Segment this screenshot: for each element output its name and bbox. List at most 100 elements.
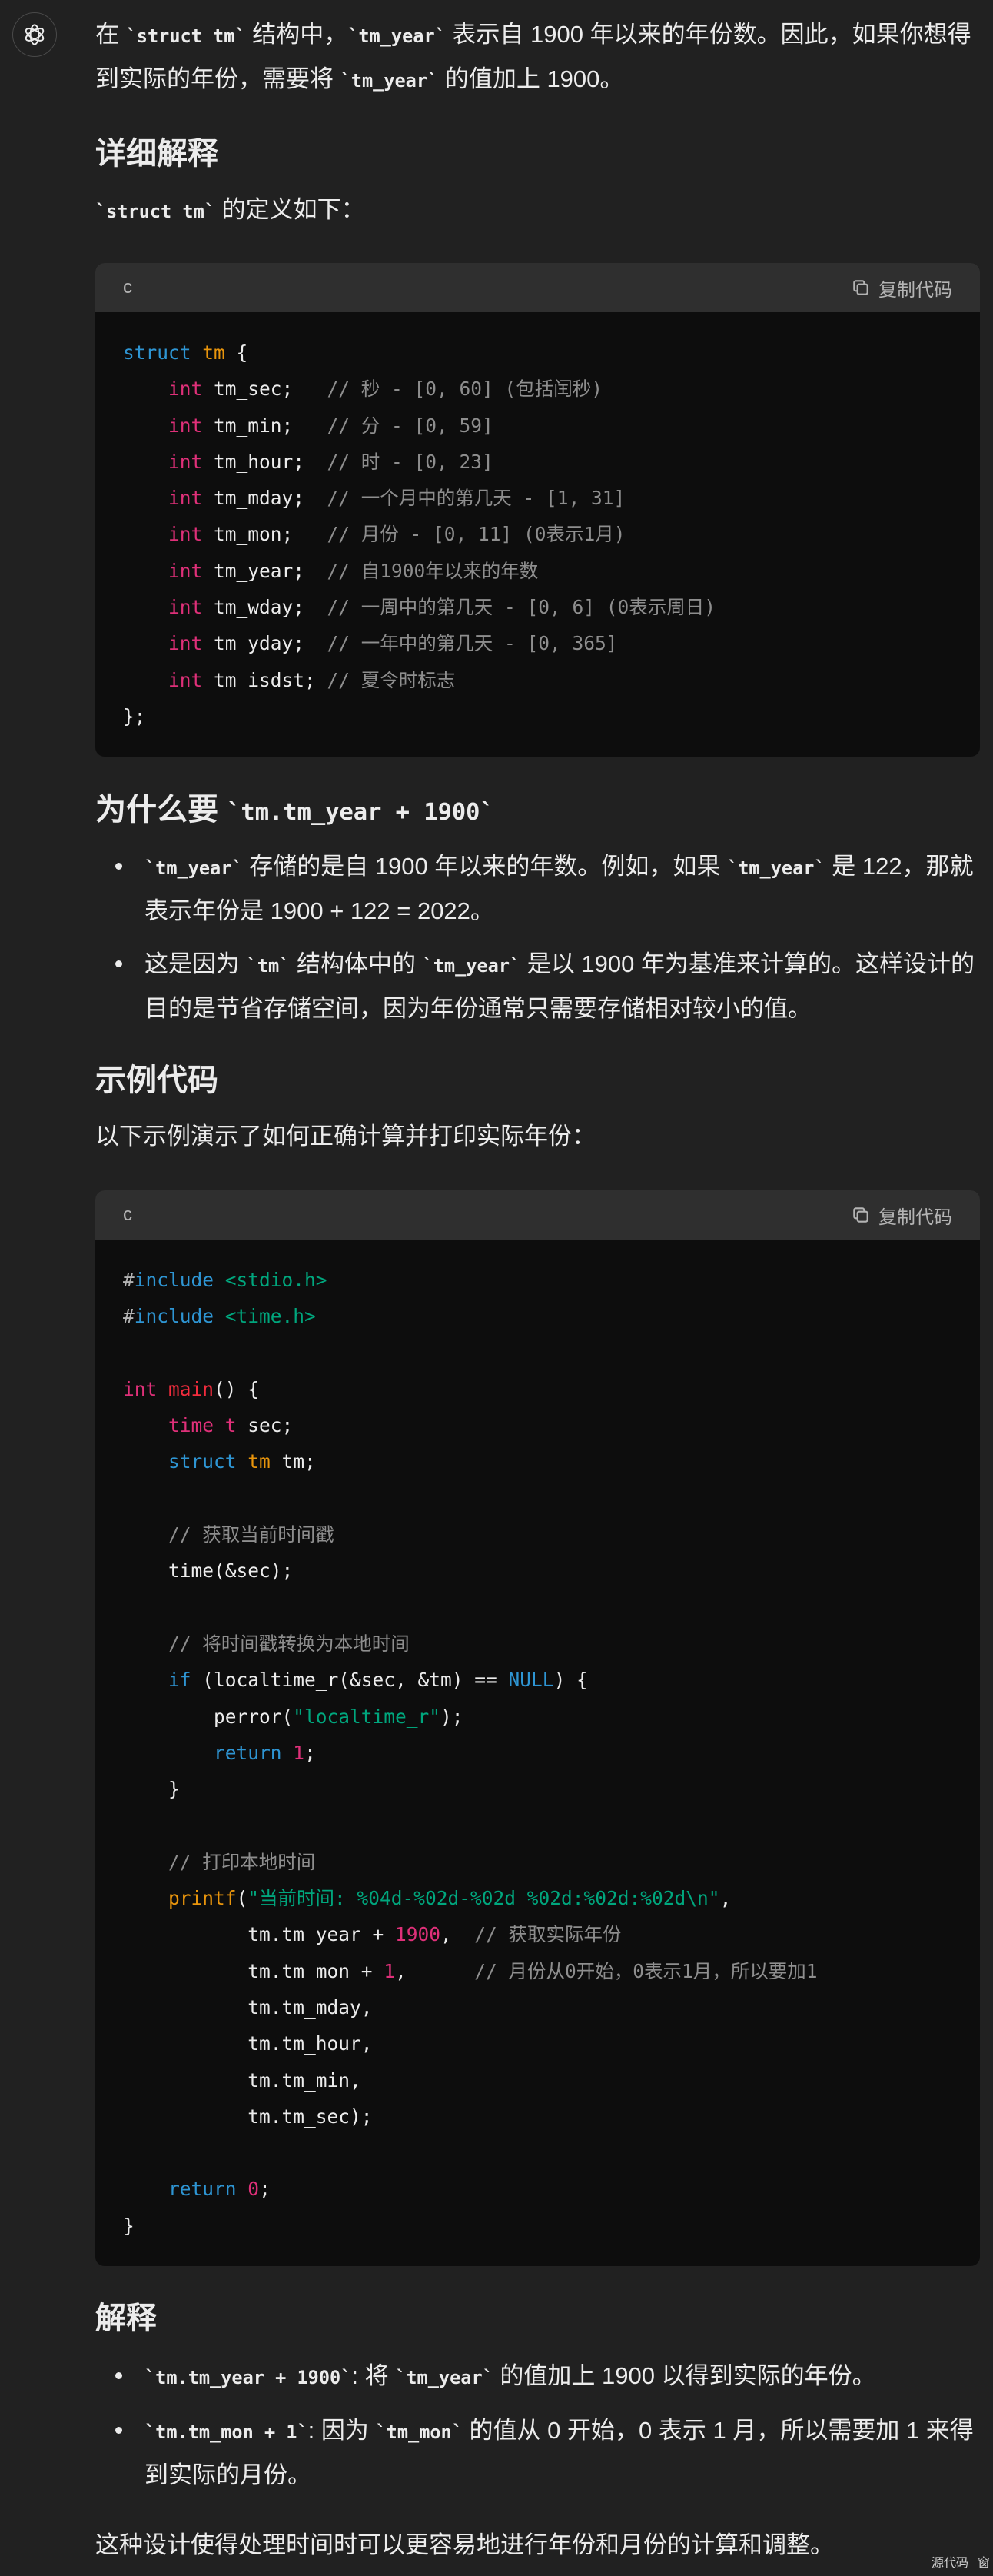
code-token-keyword: return [214, 1741, 282, 1764]
code-token-comment: // 打印本地时间 [168, 1850, 316, 1873]
code-token-keyword: struct [168, 1450, 237, 1473]
example-code-block: c 复制代码 #include <stdio.h> #include <time.… [95, 1190, 980, 2267]
window-button[interactable]: 窗 [978, 2552, 990, 2571]
bullet-dot [115, 2427, 122, 2434]
assistant-avatar [12, 12, 57, 57]
code-token-plain: () { [214, 1377, 260, 1400]
code-token-type: int [168, 378, 203, 401]
code-token-keyword: include [134, 1305, 214, 1328]
list-item-text: `tm.tm_year + 1900`: 将 `tm_year` 的值加上 19… [144, 2362, 876, 2389]
code-line: } [123, 2208, 952, 2244]
inline-code: `tm_year` [422, 955, 521, 977]
code-token-builtin: printf [168, 1887, 237, 1910]
code-line: int tm_sec; // 秒 - [0, 60] (包括闰秒) [123, 371, 952, 407]
code-token-comment: // 秒 - [0, 60] (包括闰秒) [327, 378, 603, 401]
code-line: printf("当前时间: %04d-%02d-%02d %02d:%02d:%… [123, 1880, 952, 1916]
code-line: int tm_isdst; // 夏令时标志 [123, 662, 952, 698]
code-line: int tm_hour; // 时 - [0, 23] [123, 444, 952, 480]
explain-heading: 解释 [95, 2301, 157, 2335]
code-token-type: int [168, 487, 203, 510]
code-token-plain: tm_year; [202, 559, 327, 582]
chat-response-page: 在 `struct tm` 结构中，`tm_year` 表示自 1900 年以来… [0, 0, 993, 2576]
code-line: #include <stdio.h> [123, 1262, 952, 1298]
code-token-type: int [123, 1377, 158, 1400]
code-line: struct tm { [123, 334, 952, 371]
inline-code: `tm_year` [395, 2367, 493, 2388]
code-line: } [123, 1771, 952, 1807]
code-token-plain: } [123, 2214, 135, 2237]
code-token-comment: // 一周中的第几天 - [0, 6] (0表示周日) [327, 596, 716, 619]
why-heading: 为什么要 `tm.tm_year + 1900` [95, 790, 980, 832]
inline-code: `tm_year` [340, 70, 439, 92]
code-token-type: time_t [168, 1414, 237, 1437]
code-line: int tm_mday; // 一个月中的第几天 - [1, 31] [123, 480, 952, 516]
code-token-type: int [168, 523, 203, 546]
copy-icon [853, 1207, 868, 1223]
code-token-type: int [168, 596, 203, 619]
list-item: `tm.tm_year + 1900`: 将 `tm_year` 的值加上 19… [95, 2355, 980, 2399]
code-token-string: <time.h> [224, 1305, 316, 1328]
code-token-plain: tm_sec; [202, 378, 327, 401]
code-token-comment: // 月份从0开始，0表示1月，所以要加1 [474, 1959, 818, 1982]
code-token-plain: tm.tm_year + [123, 1923, 396, 1946]
code-block-header: c 复制代码 [95, 1190, 980, 1240]
code-token-keyword: return [168, 2178, 237, 2201]
code-token-comment: // 获取实际年份 [474, 1923, 622, 1946]
code-token-comment: // 获取当前时间戳 [168, 1523, 334, 1546]
copy-code-button[interactable]: 复制代码 [851, 275, 952, 301]
text-run: 的值加上 1900 以得到实际的年份。 [493, 2362, 876, 2389]
code-token-type: int [168, 632, 203, 655]
code-token-keyword: struct [123, 341, 191, 364]
text-run: 存储的是自 1900 年以来的年数。例如，如果 [242, 853, 728, 880]
text-run: 结构中， [245, 21, 348, 48]
code-token-plain: tm_hour; [202, 450, 327, 473]
text-run: 的值加上 1900。 [438, 65, 624, 92]
code-line: time(&sec); [123, 1553, 952, 1589]
code-line: return 0; [123, 2171, 952, 2207]
code-token-plain: tm_mon; [202, 523, 327, 546]
code-token-plain: , [395, 1959, 475, 1982]
view-source-button[interactable]: 源代码 [932, 2552, 968, 2571]
copy-code-button[interactable]: 复制代码 [851, 1202, 952, 1229]
list-item: `tm.tm_mon + 1`: 因为 `tm_mon` 的值从 0 开始，0 … [95, 2409, 980, 2497]
inline-code: `tm.tm_year + 1900` [227, 799, 494, 826]
floating-toolbar: 源代码 窗 [919, 2551, 990, 2571]
code-token-plain: tm_mday; [202, 487, 327, 510]
bullet-dot [115, 960, 122, 967]
code-token-plain: { [224, 341, 248, 364]
code-line: int tm_yday; // 一年中的第几天 - [0, 365] [123, 625, 952, 661]
code-token-plain: tm_yday; [202, 632, 327, 655]
code-token-plain: ); [440, 1705, 463, 1728]
struct-code-block: c 复制代码 struct tm { int tm_sec; // 秒 - [0… [95, 263, 980, 757]
code-token-plain: tm.tm_hour, [123, 2032, 373, 2055]
code-token-plain: tm.tm_mon + [123, 1959, 384, 1982]
code-token-plain: ; [304, 1741, 316, 1764]
code-body: #include <stdio.h> #include <time.h> int m… [95, 1240, 980, 2266]
openai-logo-icon [25, 24, 45, 45]
code-token-string: "当前时间: %04d-%02d-%02d %02d:%02d:%02d\n" [247, 1887, 720, 1910]
code-line: struct tm tm; [123, 1443, 952, 1479]
code-line: tm.tm_mday, [123, 1989, 952, 2025]
inline-code: `struct tm` [125, 25, 246, 47]
example-intro-paragraph: 以下示例演示了如何正确计算并打印实际年份： [95, 1123, 596, 1150]
code-token-plain: tm_isdst; [202, 668, 327, 691]
code-token-keyword: NULL [508, 1669, 554, 1692]
code-line: time_t sec; [123, 1407, 952, 1443]
code-line: tm.tm_min, [123, 2062, 952, 2098]
explain-list: `tm.tm_year + 1900`: 将 `tm_year` 的值加上 19… [95, 2355, 980, 2497]
